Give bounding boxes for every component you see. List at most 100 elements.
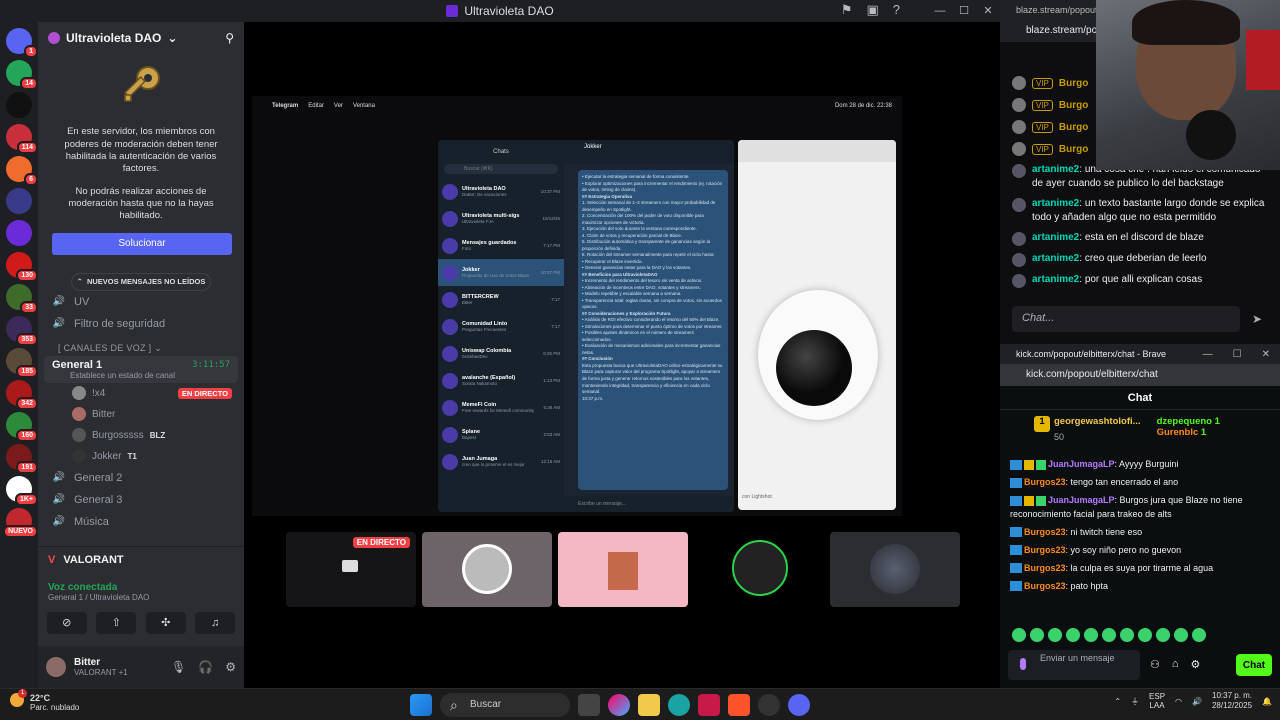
emote-icon[interactable]: [1012, 628, 1026, 642]
guild-header[interactable]: Ultravioleta DAO ⌄ ⚲: [38, 22, 244, 54]
activities-icon[interactable]: ✣: [145, 612, 186, 634]
clock[interactable]: 10:37 p. m. 28/12/2025: [1212, 691, 1252, 712]
soundboard-icon[interactable]: ♫: [195, 612, 236, 634]
chat-message: Burgos23: ni twitch tiene eso: [1000, 524, 1280, 542]
settings-icon[interactable]: ⚙: [1191, 658, 1201, 671]
server-icon[interactable]: [6, 188, 32, 214]
taskbar-search[interactable]: Buscar: [440, 693, 570, 717]
blaze-chat-input[interactable]: Chat...: [1012, 306, 1240, 332]
server-icon[interactable]: 114: [6, 124, 38, 154]
menu-edit: Editar: [308, 103, 324, 109]
file-explorer-icon[interactable]: [638, 694, 660, 716]
maximize-icon[interactable]: ☐: [1233, 349, 1242, 360]
voice-member[interactable]: Jokker T1: [38, 446, 244, 467]
voice-member[interactable]: Bitter: [38, 404, 244, 425]
emote-icon[interactable]: [1156, 628, 1170, 642]
close-icon[interactable]: ✕: [976, 0, 1000, 22]
voice-member[interactable]: Burgosssss BLZ: [38, 425, 244, 446]
avatar[interactable]: [46, 657, 66, 677]
emote-icon[interactable]: [1174, 628, 1188, 642]
screen-icon[interactable]: ▣: [866, 2, 878, 18]
settings-icon[interactable]: ⚙: [225, 660, 236, 674]
avatar: [1012, 232, 1026, 246]
language-indicator[interactable]: ESP LAA: [1149, 692, 1165, 711]
add-member-icon[interactable]: ⚲: [225, 31, 234, 45]
server-icon[interactable]: 185: [6, 348, 38, 378]
emote-icon[interactable]: [1192, 628, 1206, 642]
windows-start-icon[interactable]: [410, 694, 432, 716]
flag-icon[interactable]: ⚑: [841, 2, 853, 18]
help-icon[interactable]: ?: [893, 2, 900, 18]
maximize-icon[interactable]: ☐: [952, 0, 976, 22]
chevron-up-icon[interactable]: ⌃: [1114, 697, 1121, 706]
new-unread-pill[interactable]: ⌃ NUEVOS MENSAJES NO LEÍDOS: [71, 272, 211, 291]
volume-icon[interactable]: 🔊: [1192, 697, 1202, 706]
brave-icon[interactable]: [728, 694, 750, 716]
voice-category[interactable]: [ CANALES DE VOZ ] ⌄: [38, 335, 244, 356]
server-icon[interactable]: 342: [6, 380, 38, 410]
headphones-icon[interactable]: 🎧: [198, 660, 213, 674]
server-icon[interactable]: 1: [6, 28, 38, 58]
stream-stage[interactable]: Telegram Editar Ver Ventana Dom 28 de di…: [244, 22, 1000, 688]
edge-icon[interactable]: [668, 694, 690, 716]
voice-channel-general-1[interactable]: General 1 3:11:57 Establece un estado de…: [44, 355, 238, 383]
copilot-icon[interactable]: [608, 694, 630, 716]
voice-channel[interactable]: 🔊 Música: [38, 511, 244, 533]
voice-channel[interactable]: 🔊 General 2: [38, 467, 244, 489]
weather-widget[interactable]: 1 22°C Parc. nublado: [10, 689, 79, 712]
server-icon[interactable]: 14: [6, 60, 38, 90]
emote-icon[interactable]: [1102, 628, 1116, 642]
voice-channel[interactable]: 🔊 General 3: [38, 489, 244, 511]
kick-chat-input[interactable]: Enviar un mensaje: [1008, 650, 1140, 680]
microphone-icon[interactable]: 🎙: [171, 660, 186, 674]
server-icon[interactable]: 353: [6, 316, 38, 346]
obs-icon[interactable]: [758, 694, 780, 716]
task-view-icon[interactable]: [578, 694, 600, 716]
server-icon[interactable]: 1K+: [6, 476, 38, 506]
minimize-icon[interactable]: —: [928, 0, 952, 22]
emote-icon[interactable]: [1030, 628, 1044, 642]
send-icon[interactable]: ➤: [1252, 312, 1262, 326]
server-icon[interactable]: 160: [6, 412, 38, 442]
emote-icon[interactable]: [1138, 628, 1152, 642]
thumbnail-screen[interactable]: EN DIRECTO: [286, 532, 416, 607]
server-icon[interactable]: 33: [6, 284, 38, 314]
notification-icon[interactable]: 🔔: [1262, 697, 1272, 706]
thumbnail-user-2[interactable]: [422, 532, 552, 607]
mail-icon[interactable]: [698, 694, 720, 716]
server-icon[interactable]: NUEVO: [3, 508, 38, 538]
server-icon[interactable]: 191: [6, 444, 38, 474]
channel-security-filter[interactable]: 🔊 Filtro de seguridad: [38, 313, 244, 335]
server-icon[interactable]: 6: [6, 156, 38, 186]
chat-send-button[interactable]: Chat: [1236, 654, 1272, 676]
server-icon[interactable]: [6, 220, 32, 246]
server-icon[interactable]: 130: [6, 252, 38, 282]
thumbnail-user-4[interactable]: [694, 532, 824, 607]
microphone-icon[interactable]: [1020, 658, 1026, 670]
close-icon[interactable]: ✕: [1262, 349, 1270, 360]
emote-icon[interactable]: [1066, 628, 1080, 642]
emote-icon[interactable]: [1084, 628, 1098, 642]
game-activity-bar[interactable]: V VALORANT: [38, 546, 244, 572]
fix-button[interactable]: Solucionar: [52, 232, 232, 255]
camera-off-icon[interactable]: ⊘: [46, 612, 87, 634]
voice-member[interactable]: !x4 EN DIRECTO: [38, 383, 244, 404]
screen-share-icon[interactable]: ⇧: [96, 612, 137, 634]
thumbnail-user-3[interactable]: [558, 532, 688, 607]
discord-icon[interactable]: [788, 694, 810, 716]
voice-connected-label[interactable]: Voz conectada: [48, 582, 234, 593]
kick-url[interactable]: kick.com/popout/elbitterx/chat: [1000, 364, 1280, 386]
emote-icon[interactable]: [1120, 628, 1134, 642]
server-icon[interactable]: [6, 92, 32, 118]
minimize-icon[interactable]: —: [1203, 349, 1213, 360]
usb-icon[interactable]: ⏚: [1131, 696, 1139, 707]
emote-icon[interactable]: [1048, 628, 1062, 642]
channel-uv[interactable]: 🔊 UV: [38, 291, 244, 313]
voice-status[interactable]: Establece un estado de canal: [52, 371, 230, 380]
wifi-icon[interactable]: ◠: [1175, 697, 1182, 706]
store-icon[interactable]: ⌂: [1172, 658, 1179, 671]
thumbnail-user-5[interactable]: [830, 532, 960, 607]
voice-location[interactable]: General 1 / Ultravioleta DAO: [48, 593, 234, 602]
people-icon[interactable]: ⚇: [1150, 658, 1160, 671]
kick-tools: ⚇ ⌂ ⚙: [1150, 658, 1200, 671]
